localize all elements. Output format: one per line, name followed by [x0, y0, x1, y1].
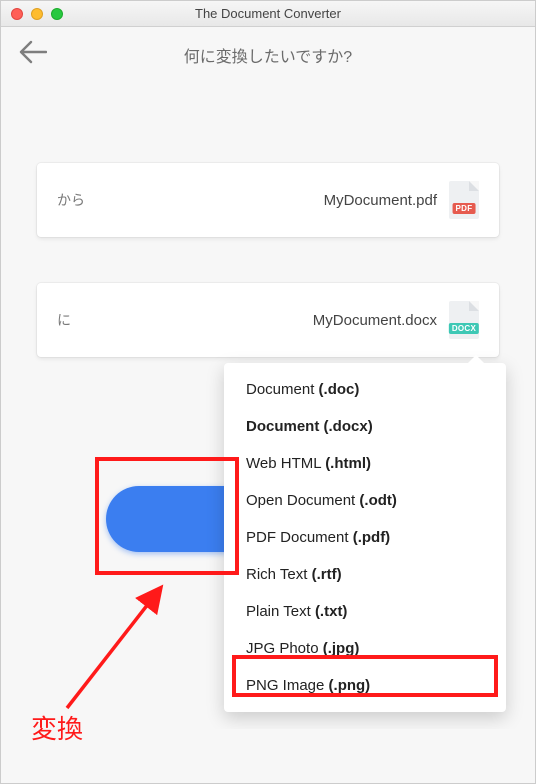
format-option-pdf[interactable]: PDF Document (.pdf)	[224, 519, 506, 556]
format-option-jpg[interactable]: JPG Photo (.jpg)	[224, 630, 506, 667]
format-option-ext: (.jpg)	[323, 640, 360, 657]
app-header: 何に変換したいですか?	[1, 27, 535, 83]
format-option-docx[interactable]: Document (.docx)	[224, 408, 506, 445]
format-option-ext: (.odt)	[359, 492, 396, 509]
from-field[interactable]: から MyDocument.pdf PDF	[37, 163, 499, 237]
page-background	[1, 729, 535, 783]
format-option-name: PNG Image	[246, 677, 329, 694]
page-title: 何に変換したいですか?	[51, 43, 485, 67]
pdf-badge: PDF	[453, 203, 476, 214]
format-option-name: Document	[246, 381, 319, 398]
window-title: The Document Converter	[1, 6, 535, 21]
format-option-name: Plain Text	[246, 603, 315, 620]
format-option-name: JPG Photo	[246, 640, 323, 657]
format-option-ext: (.docx)	[324, 418, 373, 435]
from-label: から	[57, 190, 85, 210]
to-field[interactable]: に MyDocument.docx DOCX	[37, 283, 499, 357]
annotation-arrow-icon	[51, 576, 181, 716]
back-arrow-icon	[19, 40, 47, 64]
to-filename: MyDocument.docx	[313, 312, 449, 329]
format-option-txt[interactable]: Plain Text (.txt)	[224, 593, 506, 630]
format-option-name: Rich Text	[246, 566, 312, 583]
docx-badge: DOCX	[449, 323, 479, 334]
format-option-html[interactable]: Web HTML (.html)	[224, 445, 506, 482]
titlebar: The Document Converter	[1, 1, 535, 27]
format-option-rtf[interactable]: Rich Text (.rtf)	[224, 556, 506, 593]
to-label: に	[57, 310, 71, 330]
format-option-ext: (.txt)	[315, 603, 348, 620]
format-option-name: PDF Document	[246, 529, 353, 546]
format-dropdown[interactable]: Document (.doc)Document (.docx)Web HTML …	[224, 363, 506, 712]
format-option-ext: (.doc)	[319, 381, 360, 398]
format-option-name: Open Document	[246, 492, 359, 509]
pdf-file-icon: PDF	[449, 181, 479, 219]
format-option-doc[interactable]: Document (.doc)	[224, 371, 506, 408]
format-option-ext: (.html)	[325, 455, 371, 472]
format-option-name: Document	[246, 418, 324, 435]
docx-file-icon: DOCX	[449, 301, 479, 339]
from-filename: MyDocument.pdf	[324, 192, 449, 209]
back-button[interactable]	[19, 38, 51, 72]
format-option-odt[interactable]: Open Document (.odt)	[224, 482, 506, 519]
format-option-name: Web HTML	[246, 455, 325, 472]
format-option-ext: (.png)	[329, 677, 371, 694]
format-option-ext: (.pdf)	[353, 529, 390, 546]
format-option-ext: (.rtf)	[312, 566, 342, 583]
format-option-png[interactable]: PNG Image (.png)	[224, 667, 506, 704]
